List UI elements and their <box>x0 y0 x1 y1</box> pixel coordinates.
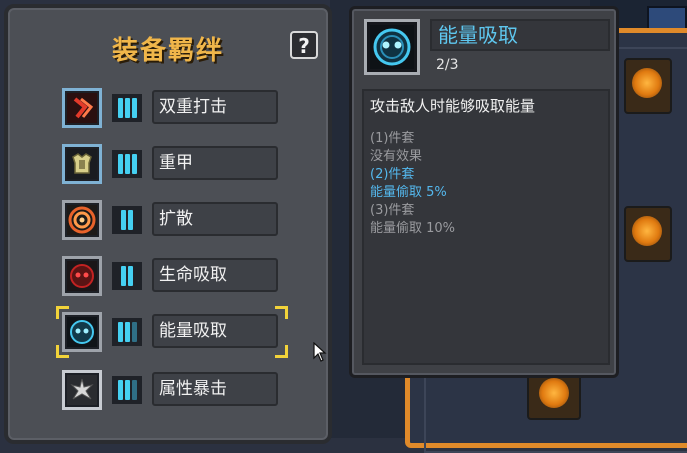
tooltip-body: 攻击敌人时能够吸取能量 (1)件套 没有效果 (2)件套 能量偷取 5% (3)… <box>362 89 610 365</box>
bond-label: 生命吸取 <box>152 258 278 292</box>
tier-1-effect: 没有效果 <box>370 149 423 164</box>
equipment-bonds-panel: 装备羁绊 ? 双重打击 重甲 扩散 生命吸取 能量吸取 属性暴击 <box>4 4 332 444</box>
spread-icon <box>62 200 102 240</box>
life-steal-icon <box>62 256 102 296</box>
bond-level-bars <box>112 94 142 122</box>
bond-level-bars <box>112 262 142 290</box>
heavy-armor-icon <box>62 144 102 184</box>
bond-level-bars <box>112 376 142 404</box>
bond-row-life-steal[interactable]: 生命吸取 <box>62 256 278 296</box>
tier-2-effect: 能量偷取 5% <box>370 185 447 200</box>
equipment-slot[interactable] <box>527 372 581 420</box>
tier-1-header: (1)件套 <box>370 131 415 146</box>
tooltip-count: 2/3 <box>436 57 459 73</box>
energy-steal-icon <box>364 19 420 75</box>
bond-label: 双重打击 <box>152 90 278 124</box>
tier-2-header: (2)件套 <box>370 167 415 182</box>
bond-row-spread[interactable]: 扩散 <box>62 200 278 240</box>
equipment-slot[interactable] <box>624 206 672 262</box>
bond-row-heavy-armor[interactable]: 重甲 <box>62 144 278 184</box>
panel-title: 装备羁绊 <box>111 36 224 66</box>
help-button[interactable]: ? <box>290 31 318 59</box>
tooltip-title: 能量吸取 <box>430 19 610 51</box>
bond-label: 属性暴击 <box>152 372 278 406</box>
bond-row-energy-steal[interactable]: 能量吸取 <box>56 306 288 358</box>
bond-level-bars <box>112 206 142 234</box>
bond-label: 重甲 <box>152 146 278 180</box>
bond-tooltip: 能量吸取 2/3 攻击敌人时能够吸取能量 (1)件套 没有效果 (2)件套 能量… <box>349 6 619 378</box>
equipment-slot[interactable] <box>624 58 672 114</box>
double-strike-icon <box>62 88 102 128</box>
attribute-crit-icon <box>62 370 102 410</box>
energy-steal-icon <box>62 312 102 352</box>
bond-label: 能量吸取 <box>152 314 278 348</box>
tier-3-effect: 能量偷取 10% <box>370 221 456 236</box>
tier-3-header: (3)件套 <box>370 203 415 218</box>
bond-level-bars <box>112 318 142 346</box>
bond-row-double-strike[interactable]: 双重打击 <box>62 88 278 128</box>
tooltip-description: 攻击敌人时能够吸取能量 <box>370 97 536 115</box>
bond-row-attribute-crit[interactable]: 属性暴击 <box>62 370 278 410</box>
mouse-cursor-icon <box>313 342 327 362</box>
bond-label: 扩散 <box>152 202 278 236</box>
bond-level-bars <box>112 150 142 178</box>
